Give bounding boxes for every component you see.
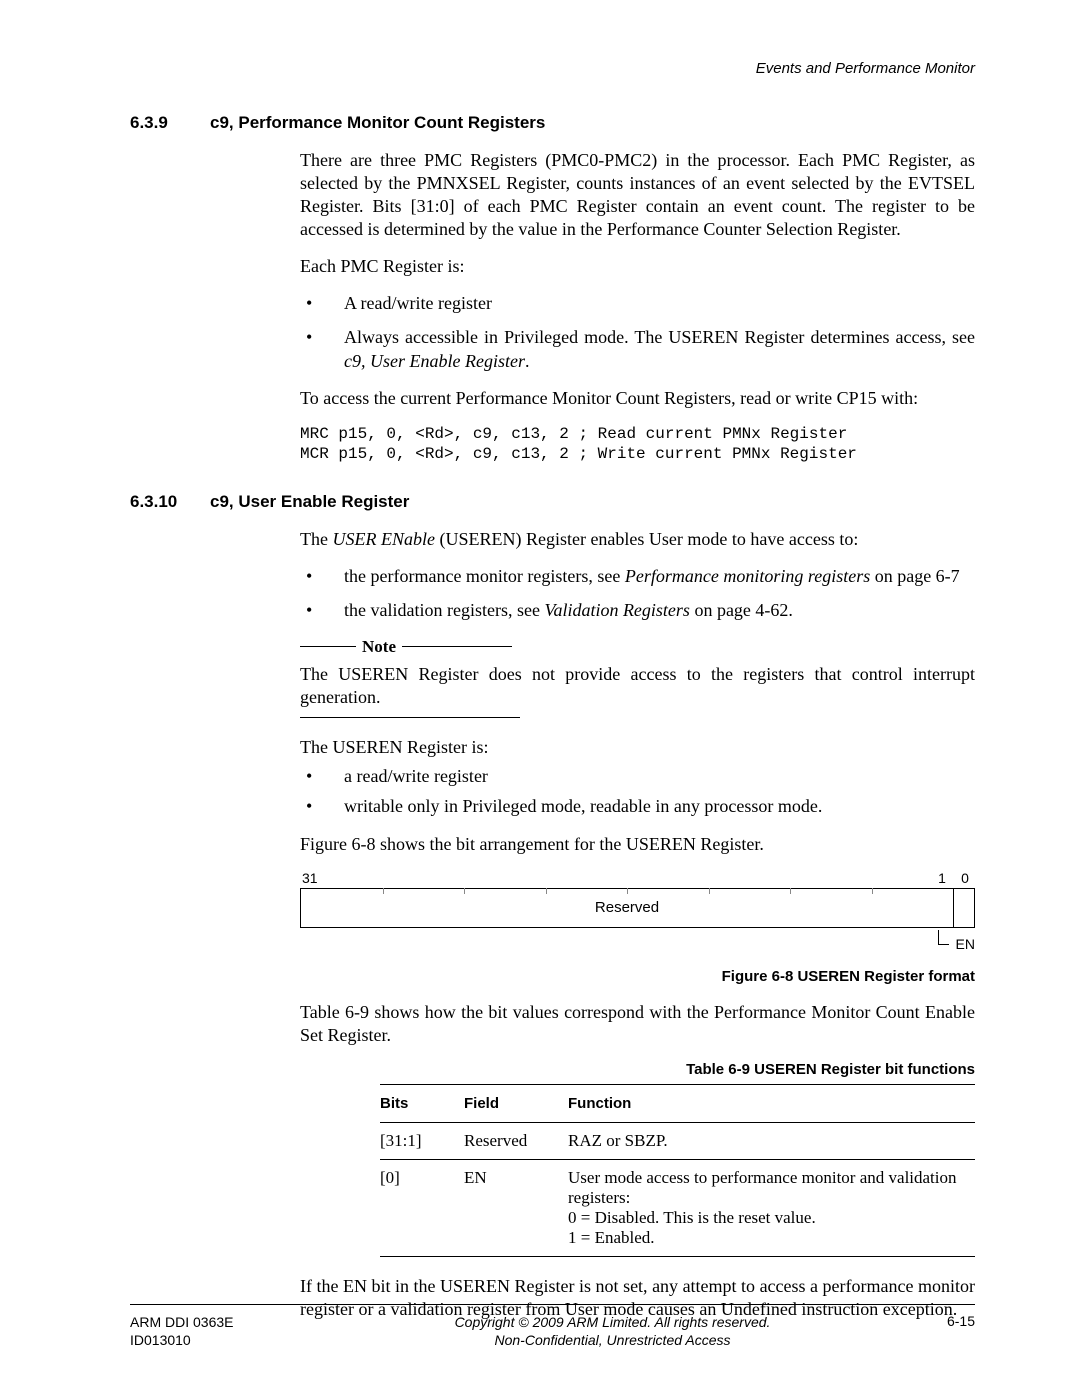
- section-639-body: There are three PMC Registers (PMC0-PMC2…: [300, 149, 975, 464]
- section-heading-6310: 6.3.10 c9, User Enable Register: [130, 492, 975, 512]
- section-title: c9, User Enable Register: [210, 492, 409, 512]
- callout-label: EN: [956, 936, 975, 952]
- section-title: c9, Performance Monitor Count Registers: [210, 113, 545, 133]
- figure-caption: Figure 6-8 USEREN Register format: [300, 968, 975, 985]
- page-footer: ARM DDI 0363E ID013010 Copyright © 2009 …: [130, 1304, 975, 1349]
- section-6310-body: The USER ENable (USEREN) Register enable…: [300, 528, 975, 1046]
- note-body: The USEREN Register does not provide acc…: [300, 663, 975, 709]
- term: USER ENable: [332, 529, 434, 549]
- paragraph: The USER ENable (USEREN) Register enable…: [300, 528, 975, 551]
- register-figure: 31 1 0 Reserved EN: [300, 870, 975, 948]
- paragraph: Table 6-9 shows how the bit values corre…: [300, 1001, 975, 1047]
- function-line: 0 = Disabled. This is the reset value.: [568, 1208, 961, 1228]
- paragraph: The USEREN Register is:: [300, 736, 975, 759]
- paragraph: There are three PMC Registers (PMC0-PMC2…: [300, 149, 975, 241]
- register-fields: Reserved: [300, 888, 975, 928]
- col-header-bits: Bits: [380, 1084, 464, 1122]
- xref: c9, User Enable Register: [344, 351, 525, 371]
- rule-line: [300, 646, 356, 647]
- paragraph: Each PMC Register is:: [300, 255, 975, 278]
- copyright: Copyright © 2009 ARM Limited. All rights…: [350, 1313, 875, 1331]
- register-field-en: [954, 888, 975, 928]
- function-line: 1 = Enabled.: [568, 1228, 961, 1248]
- cell-bits: [0]: [380, 1159, 464, 1256]
- paragraph: To access the current Performance Monito…: [300, 387, 975, 410]
- footer-left: ARM DDI 0363E ID013010: [130, 1313, 350, 1349]
- text: .: [525, 351, 530, 371]
- note-open-rule: Note: [300, 637, 975, 657]
- paragraph: Figure 6-8 shows the bit arrangement for…: [300, 833, 975, 856]
- table-region: Table 6-9 USEREN Register bit functions …: [380, 1061, 975, 1257]
- col-header-function: Function: [568, 1084, 975, 1122]
- col-header-field: Field: [464, 1084, 568, 1122]
- page-number: 6-15: [947, 1313, 975, 1329]
- cell-field: Reserved: [464, 1122, 568, 1159]
- list-item: Always accessible in Privileged mode. Th…: [300, 326, 975, 374]
- xref: Performance monitoring registers: [625, 566, 870, 586]
- text: The: [300, 529, 332, 549]
- section-number: 6.3.9: [130, 113, 210, 133]
- text: the validation registers, see: [344, 600, 544, 620]
- register-bit-labels: 31 1 0: [300, 870, 975, 886]
- table-row: [0] EN User mode access to performance m…: [380, 1159, 975, 1256]
- section-heading-639: 6.3.9 c9, Performance Monitor Count Regi…: [130, 113, 975, 133]
- cell-bits: [31:1]: [380, 1122, 464, 1159]
- doc-subid: ID013010: [130, 1331, 350, 1349]
- cell-function: RAZ or SBZP.: [568, 1122, 975, 1159]
- cell-field: EN: [464, 1159, 568, 1256]
- rule-line: [402, 646, 512, 647]
- list-item: the performance monitor registers, see P…: [300, 565, 975, 589]
- bit-label-1: 1: [929, 870, 955, 886]
- cell-function: User mode access to performance monitor …: [568, 1159, 975, 1256]
- list-item: A read/write register: [300, 292, 975, 316]
- code-block: MRC p15, 0, <Rd>, c9, c13, 2 ; Read curr…: [300, 424, 975, 464]
- bullet-list: the performance monitor registers, see P…: [300, 565, 975, 623]
- register-en-callout: EN: [300, 932, 975, 948]
- doc-id: ARM DDI 0363E: [130, 1313, 350, 1331]
- xref: Validation Registers: [544, 600, 690, 620]
- bullet-list: a read/write register writable only in P…: [300, 765, 975, 819]
- bit-label-31: 31: [300, 870, 929, 886]
- note-label: Note: [356, 637, 402, 657]
- table-row: [31:1] Reserved RAZ or SBZP.: [380, 1122, 975, 1159]
- text: (USEREN) Register enables User mode to h…: [435, 529, 858, 549]
- list-item: writable only in Privileged mode, readab…: [300, 795, 975, 819]
- section-number: 6.3.10: [130, 492, 210, 512]
- text: on page 4-62.: [690, 600, 793, 620]
- register-field-label: Reserved: [595, 899, 659, 916]
- list-item: a read/write register: [300, 765, 975, 789]
- bit-label-0: 0: [955, 870, 975, 886]
- table-header-row: Bits Field Function: [380, 1084, 975, 1122]
- footer-center: Copyright © 2009 ARM Limited. All rights…: [350, 1313, 875, 1349]
- text: the performance monitor registers, see: [344, 566, 625, 586]
- list-item: the validation registers, see Validation…: [300, 599, 975, 623]
- note-close-rule: [300, 717, 520, 718]
- classification: Non-Confidential, Unrestricted Access: [350, 1331, 875, 1349]
- callout-hook-icon: [938, 930, 949, 945]
- text: on page 6-7: [870, 566, 959, 586]
- text: Always accessible in Privileged mode. Th…: [344, 327, 975, 347]
- footer-right: 6-15: [875, 1313, 975, 1329]
- register-field-reserved: Reserved: [300, 888, 954, 928]
- bullet-list: A read/write register Always accessible …: [300, 292, 975, 373]
- page: Events and Performance Monitor 6.3.9 c9,…: [0, 0, 1080, 1397]
- function-line: User mode access to performance monitor …: [568, 1168, 961, 1208]
- useren-bit-table: Bits Field Function [31:1] Reserved RAZ …: [380, 1084, 975, 1257]
- table-caption: Table 6-9 USEREN Register bit functions: [380, 1061, 975, 1078]
- running-header: Events and Performance Monitor: [130, 60, 975, 77]
